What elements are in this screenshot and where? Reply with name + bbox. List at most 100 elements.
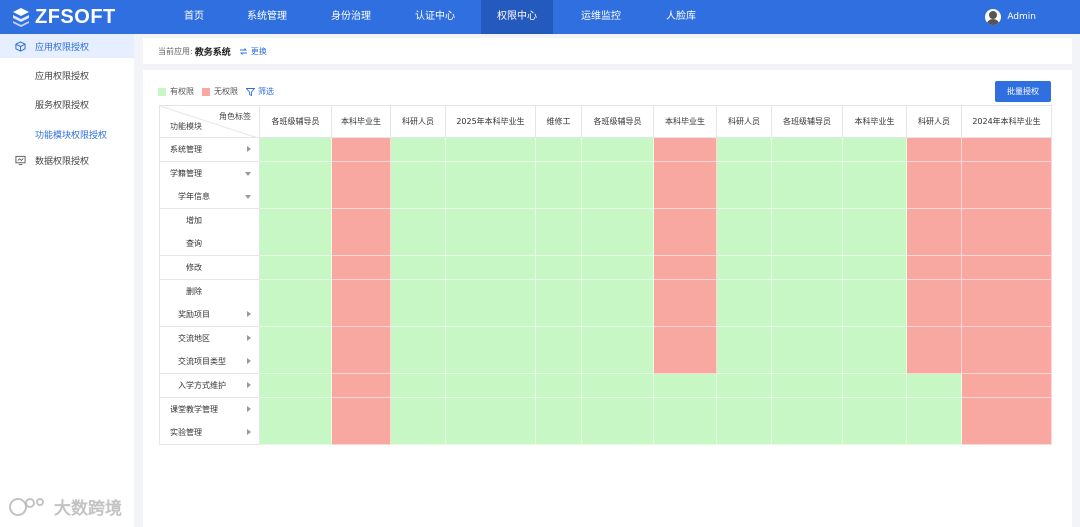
- permission-cell-granted[interactable]: [391, 421, 446, 446]
- permission-cell-denied[interactable]: [332, 208, 391, 233]
- permission-cell-denied[interactable]: [332, 185, 391, 210]
- row-header[interactable]: 学年信息: [159, 185, 260, 210]
- permission-cell-granted[interactable]: [536, 232, 582, 257]
- permission-cell-denied[interactable]: [907, 161, 962, 186]
- permission-cell-granted[interactable]: [536, 397, 582, 422]
- expand-caret-icon[interactable]: [247, 311, 251, 318]
- permission-cell-granted[interactable]: [843, 185, 907, 210]
- sidebar-group-data-permission[interactable]: 数据权限授权: [0, 148, 134, 172]
- permission-cell-granted[interactable]: [446, 138, 536, 162]
- permission-cell-granted[interactable]: [391, 185, 446, 210]
- permission-cell-granted[interactable]: [260, 279, 332, 304]
- permission-cell-granted[interactable]: [772, 350, 843, 375]
- nav-identity-governance[interactable]: 身份治理: [320, 0, 382, 34]
- row-header[interactable]: 交流项目类型: [159, 350, 260, 375]
- permission-cell-denied[interactable]: [654, 208, 717, 233]
- permission-cell-granted[interactable]: [446, 421, 536, 446]
- permission-cell-granted[interactable]: [772, 326, 843, 351]
- permission-cell-granted[interactable]: [536, 350, 582, 375]
- permission-cell-granted[interactable]: [446, 256, 536, 280]
- permission-cell-granted[interactable]: [391, 350, 446, 375]
- permission-cell-granted[interactable]: [260, 397, 332, 422]
- permission-cell-granted[interactable]: [772, 374, 843, 398]
- sidebar-item-service-permission[interactable]: 服务权限授权: [0, 92, 134, 116]
- permission-cell-granted[interactable]: [536, 279, 582, 304]
- permission-cell-granted[interactable]: [536, 421, 582, 446]
- permission-cell-granted[interactable]: [843, 326, 907, 351]
- permission-cell-denied[interactable]: [654, 350, 717, 375]
- permission-cell-denied[interactable]: [907, 232, 962, 257]
- permission-cell-granted[interactable]: [772, 161, 843, 186]
- permission-cell-granted[interactable]: [843, 138, 907, 162]
- permission-cell-denied[interactable]: [332, 232, 391, 257]
- permission-cell-granted[interactable]: [582, 138, 654, 162]
- permission-cell-granted[interactable]: [843, 374, 907, 398]
- permission-cell-granted[interactable]: [446, 208, 536, 233]
- permission-cell-denied[interactable]: [962, 326, 1052, 351]
- permission-cell-granted[interactable]: [391, 326, 446, 351]
- permission-cell-granted[interactable]: [717, 279, 772, 304]
- permission-cell-granted[interactable]: [717, 350, 772, 375]
- permission-cell-granted[interactable]: [260, 232, 332, 257]
- permission-cell-granted[interactable]: [446, 350, 536, 375]
- permission-cell-granted[interactable]: [582, 374, 654, 398]
- row-header[interactable]: 奖励项目: [159, 303, 260, 328]
- permission-cell-granted[interactable]: [391, 138, 446, 162]
- permission-cell-granted[interactable]: [536, 161, 582, 186]
- permission-cell-granted[interactable]: [843, 397, 907, 422]
- permission-cell-granted[interactable]: [717, 208, 772, 233]
- permission-cell-granted[interactable]: [907, 374, 962, 398]
- permission-cell-granted[interactable]: [260, 303, 332, 328]
- permission-cell-denied[interactable]: [962, 185, 1052, 210]
- permission-cell-granted[interactable]: [772, 208, 843, 233]
- permission-cell-denied[interactable]: [962, 397, 1052, 422]
- sidebar-item-function-module-permission[interactable]: 功能模块权限授权: [0, 122, 134, 146]
- permission-cell-granted[interactable]: [717, 303, 772, 328]
- permission-cell-denied[interactable]: [654, 161, 717, 186]
- permission-cell-granted[interactable]: [772, 397, 843, 422]
- permission-cell-granted[interactable]: [843, 303, 907, 328]
- permission-cell-denied[interactable]: [332, 421, 391, 446]
- permission-cell-granted[interactable]: [772, 185, 843, 210]
- collapse-caret-icon[interactable]: [245, 171, 251, 176]
- row-header[interactable]: 交流地区: [159, 326, 260, 351]
- permission-cell-granted[interactable]: [536, 185, 582, 210]
- permission-cell-granted[interactable]: [391, 232, 446, 257]
- permission-cell-granted[interactable]: [260, 350, 332, 375]
- permission-cell-denied[interactable]: [962, 374, 1052, 398]
- expand-caret-icon[interactable]: [247, 358, 251, 365]
- permission-cell-granted[interactable]: [582, 208, 654, 233]
- permission-cell-denied[interactable]: [332, 303, 391, 328]
- permission-cell-granted[interactable]: [654, 421, 717, 446]
- permission-cell-granted[interactable]: [446, 232, 536, 257]
- permission-cell-granted[interactable]: [582, 256, 654, 280]
- permission-cell-granted[interactable]: [843, 161, 907, 186]
- permission-cell-denied[interactable]: [962, 256, 1052, 280]
- permission-cell-denied[interactable]: [332, 256, 391, 280]
- permission-cell-denied[interactable]: [962, 138, 1052, 162]
- permission-cell-granted[interactable]: [582, 421, 654, 446]
- permission-cell-granted[interactable]: [582, 397, 654, 422]
- batch-authorize-button[interactable]: 批量授权: [995, 81, 1051, 102]
- permission-cell-denied[interactable]: [907, 256, 962, 280]
- permission-cell-granted[interactable]: [391, 397, 446, 422]
- nav-face-library[interactable]: 人脸库: [655, 0, 707, 34]
- permission-cell-denied[interactable]: [962, 161, 1052, 186]
- permission-cell-granted[interactable]: [582, 303, 654, 328]
- permission-cell-denied[interactable]: [907, 279, 962, 304]
- permission-cell-granted[interactable]: [582, 279, 654, 304]
- permission-cell-granted[interactable]: [582, 161, 654, 186]
- nav-system-management[interactable]: 系统管理: [236, 0, 298, 34]
- permission-cell-granted[interactable]: [582, 326, 654, 351]
- permission-cell-granted[interactable]: [772, 138, 843, 162]
- row-header[interactable]: 学籍管理: [159, 161, 260, 186]
- collapse-caret-icon[interactable]: [245, 195, 251, 200]
- nav-permission-center[interactable]: 权限中心: [481, 0, 553, 34]
- permission-cell-granted[interactable]: [717, 185, 772, 210]
- permission-cell-denied[interactable]: [332, 138, 391, 162]
- permission-cell-granted[interactable]: [391, 256, 446, 280]
- permission-cell-granted[interactable]: [260, 138, 332, 162]
- permission-cell-granted[interactable]: [446, 326, 536, 351]
- permission-cell-denied[interactable]: [654, 185, 717, 210]
- permission-cell-granted[interactable]: [446, 161, 536, 186]
